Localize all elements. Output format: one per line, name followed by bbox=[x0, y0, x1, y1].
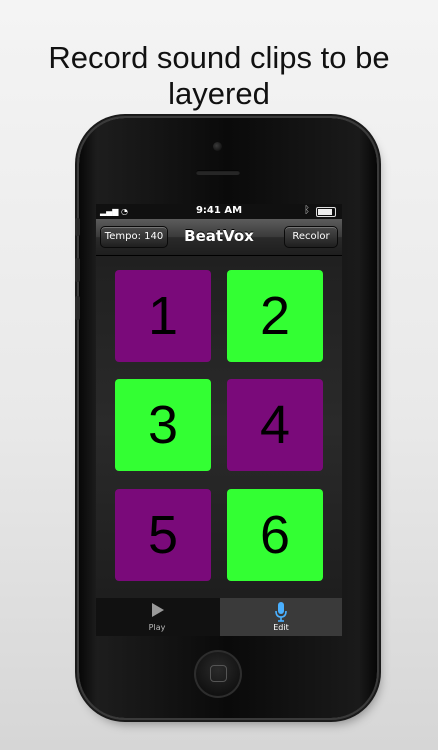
volume-up-button bbox=[75, 258, 80, 282]
play-icon bbox=[96, 602, 218, 620]
tab-play[interactable]: Play bbox=[96, 598, 218, 636]
front-camera bbox=[213, 142, 222, 151]
nav-bar: Tempo: 140 BeatVox Recolor bbox=[96, 219, 342, 256]
tab-play-label: Play bbox=[148, 623, 166, 632]
phone-screen: ▂▄▆ ◔ 9:41 AM ᛒ Tempo: 140 BeatVox Recol… bbox=[96, 204, 342, 636]
pad-1[interactable]: 1 bbox=[115, 270, 211, 362]
recolor-button[interactable]: Recolor bbox=[284, 226, 338, 248]
home-square-icon bbox=[210, 665, 227, 682]
mute-switch bbox=[75, 218, 80, 236]
earpiece-speaker bbox=[196, 170, 240, 175]
pad-4[interactable]: 4 bbox=[227, 379, 323, 471]
battery-icon bbox=[316, 207, 336, 217]
pad-5[interactable]: 5 bbox=[115, 489, 211, 581]
tab-bar: Play Edit bbox=[96, 598, 342, 636]
pad-6[interactable]: 6 bbox=[227, 489, 323, 581]
headline: Record sound clips to be layered bbox=[48, 40, 390, 111]
pad-2[interactable]: 2 bbox=[227, 270, 323, 362]
pad-3[interactable]: 3 bbox=[115, 379, 211, 471]
volume-down-button bbox=[75, 296, 80, 320]
microphone-icon bbox=[220, 602, 342, 624]
pad-grid: 1 2 3 4 5 6 bbox=[96, 256, 342, 598]
tab-edit[interactable]: Edit bbox=[220, 598, 342, 636]
status-bar: ▂▄▆ ◔ 9:41 AM ᛒ bbox=[96, 204, 342, 219]
tab-edit-label: Edit bbox=[273, 623, 289, 632]
bluetooth-icon: ᛒ bbox=[304, 205, 310, 216]
